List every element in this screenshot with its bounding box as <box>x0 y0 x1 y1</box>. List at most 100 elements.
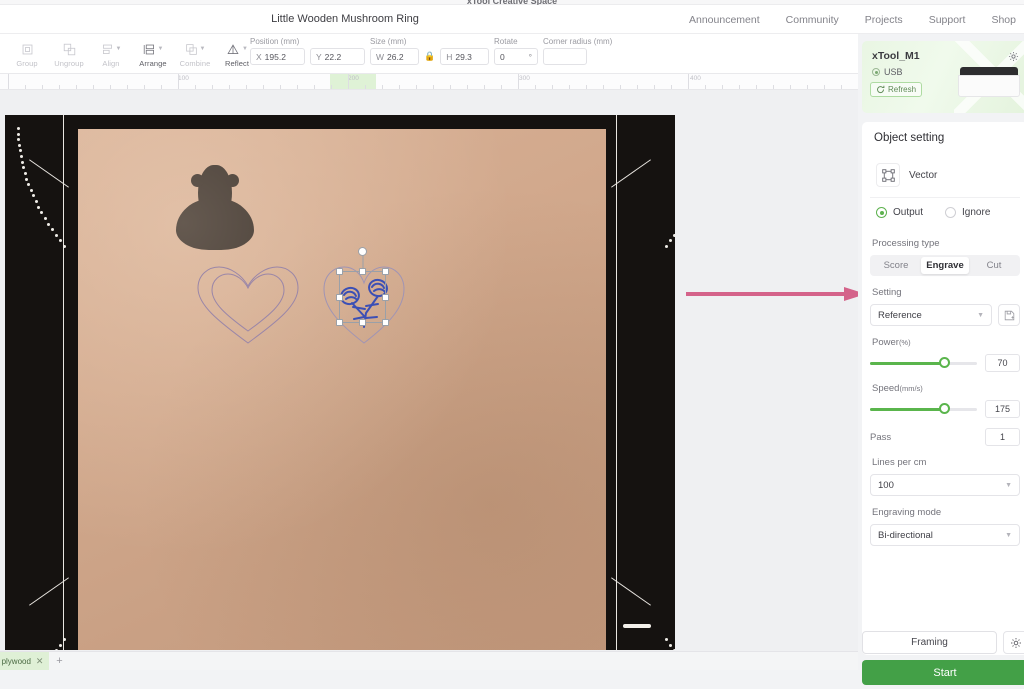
power-slider-row: 70 <box>870 354 1020 372</box>
ruler-tick <box>399 85 400 89</box>
refresh-button[interactable]: Refresh <box>870 82 923 97</box>
resize-handle-nw[interactable] <box>336 268 343 275</box>
plus-icon[interactable]: + <box>49 652 69 671</box>
position-caption: Position (mm) <box>250 37 300 46</box>
plywood-board <box>78 129 606 650</box>
ungroup-icon <box>63 41 76 58</box>
size-caption: Size (mm) <box>370 37 407 46</box>
resize-handle-sw[interactable] <box>336 319 343 326</box>
bed-corner-br <box>611 577 651 606</box>
align-button[interactable]: ▼ Align <box>90 34 132 74</box>
ruler-tick <box>382 85 383 89</box>
ruler-tick <box>467 85 468 89</box>
selection-bounding-box[interactable] <box>336 247 389 326</box>
resize-handle-n[interactable] <box>359 268 366 275</box>
position-y-value: 22.2 <box>324 51 342 62</box>
engraving-mode-value: Bi-directional <box>878 529 933 541</box>
speed-slider-knob[interactable] <box>939 403 951 414</box>
size-height-value: 29.3 <box>455 51 472 62</box>
combine-button[interactable]: ▼ Combine <box>174 34 216 74</box>
bed-guide-right <box>616 115 617 650</box>
speed-value-input[interactable]: 175 <box>985 400 1020 418</box>
double-heart-outline[interactable] <box>190 261 306 347</box>
speed-slider-track[interactable] <box>870 403 977 414</box>
setting-select[interactable]: Reference ▼ <box>870 304 992 326</box>
gear-icon[interactable] <box>1008 49 1019 67</box>
group-button[interactable]: Group <box>6 34 48 74</box>
rotate-input[interactable]: 0 ° <box>494 48 538 65</box>
ruler-tick <box>722 85 723 89</box>
canvas-area[interactable]: ood plywood ✕ + <box>0 115 858 670</box>
position-y-input[interactable]: Y 22.2 <box>310 48 365 65</box>
framing-button[interactable]: Framing <box>862 631 997 654</box>
processing-type-cut[interactable]: Cut <box>970 257 1018 274</box>
processing-type-segmented-control: Score Engrave Cut <box>870 255 1020 276</box>
processing-type-engrave[interactable]: Engrave <box>921 257 969 274</box>
size-width-input[interactable]: W 26.2 <box>370 48 419 65</box>
combine-icon: ▼ <box>185 41 205 58</box>
resize-handle-w[interactable] <box>336 293 343 301</box>
ruler-tick <box>433 85 434 89</box>
resize-handle-se[interactable] <box>382 319 389 326</box>
arrange-button[interactable]: ▼ Arrange <box>132 34 174 74</box>
object-type-row[interactable]: Vector <box>870 155 1020 195</box>
close-icon[interactable]: ✕ <box>36 656 44 667</box>
corner-radius-caption: Corner radius (mm) <box>543 37 613 46</box>
nav-item-shop[interactable]: Shop <box>991 14 1016 26</box>
position-x-input[interactable]: X 195.2 <box>250 48 305 65</box>
nav-item-support[interactable]: Support <box>929 14 966 26</box>
combine-label: Combine <box>179 58 211 68</box>
ignore-radio[interactable]: Ignore <box>945 207 990 218</box>
gear-icon <box>1010 637 1021 648</box>
panel-actions: Framing Start <box>862 631 1024 685</box>
size-width-value: 26.2 <box>387 51 404 62</box>
position-fields: Position (mm) X 195.2 Y 22.2 <box>250 37 365 65</box>
power-slider-track[interactable] <box>870 357 977 368</box>
rotate-handle[interactable] <box>358 247 367 256</box>
ruler-label-400: 400 <box>690 75 701 82</box>
save-preset-button[interactable] <box>998 304 1020 326</box>
engraving-mode-select[interactable]: Bi-directional ▼ <box>870 524 1020 546</box>
power-value-input[interactable]: 70 <box>985 354 1020 372</box>
nav-item-announcement[interactable]: Announcement <box>689 14 760 26</box>
object-setting-card: Object setting Vector Output Ignore Proc… <box>862 122 1024 655</box>
processing-type-score[interactable]: Score <box>872 257 920 274</box>
material-tab[interactable]: ood plywood ✕ <box>0 651 50 670</box>
rotate-value: 0 <box>500 51 505 62</box>
horizontal-ruler[interactable]: 100 200 300 400 <box>0 74 858 90</box>
pass-value-input[interactable]: 1 <box>985 428 1020 446</box>
size-height-prefix: H <box>446 51 453 62</box>
pass-label: Pass <box>870 431 892 443</box>
device-card[interactable]: xTool_M1 USB Refresh <box>862 41 1024 113</box>
ungroup-button[interactable]: Ungroup <box>48 34 90 74</box>
output-radio[interactable]: Output <box>876 207 923 218</box>
ruler-tick <box>501 85 502 89</box>
ungroup-label: Ungroup <box>54 58 84 68</box>
speed-unit: (mm/s) <box>899 384 923 393</box>
size-height-input[interactable]: H 29.3 <box>440 48 490 65</box>
ruler-tick <box>569 85 570 89</box>
nav-item-community[interactable]: Community <box>786 14 839 26</box>
nav-item-projects[interactable]: Projects <box>865 14 903 26</box>
ruler-tick <box>586 85 587 89</box>
chevron-down-icon: ▼ <box>1005 531 1012 539</box>
right-panel: xTool_M1 USB Refresh Object setting Vect… <box>858 34 1024 689</box>
document-title: Little Wooden Mushroom Ring <box>271 13 419 25</box>
setting-row: Reference ▼ <box>870 304 1020 326</box>
ruler-tick <box>552 85 553 89</box>
engraving-mode-label: Engraving mode <box>872 507 942 518</box>
start-button[interactable]: Start <box>862 660 1024 685</box>
ruler-tick <box>246 85 247 89</box>
resize-handle-ne[interactable] <box>382 268 389 275</box>
ruler-tick <box>654 85 655 89</box>
corner-radius-input[interactable] <box>543 48 587 65</box>
canvas-top-gap <box>0 90 858 115</box>
power-slider-knob[interactable] <box>939 357 951 368</box>
lock-icon[interactable]: 🔒 <box>424 51 435 62</box>
ruler-tick <box>144 85 145 89</box>
ruler-tick <box>841 85 842 89</box>
resize-handle-e[interactable] <box>382 293 389 301</box>
lines-per-cm-select[interactable]: 100 ▼ <box>870 474 1020 496</box>
resize-handle-s[interactable] <box>359 319 366 326</box>
framing-settings-button[interactable] <box>1003 631 1024 654</box>
